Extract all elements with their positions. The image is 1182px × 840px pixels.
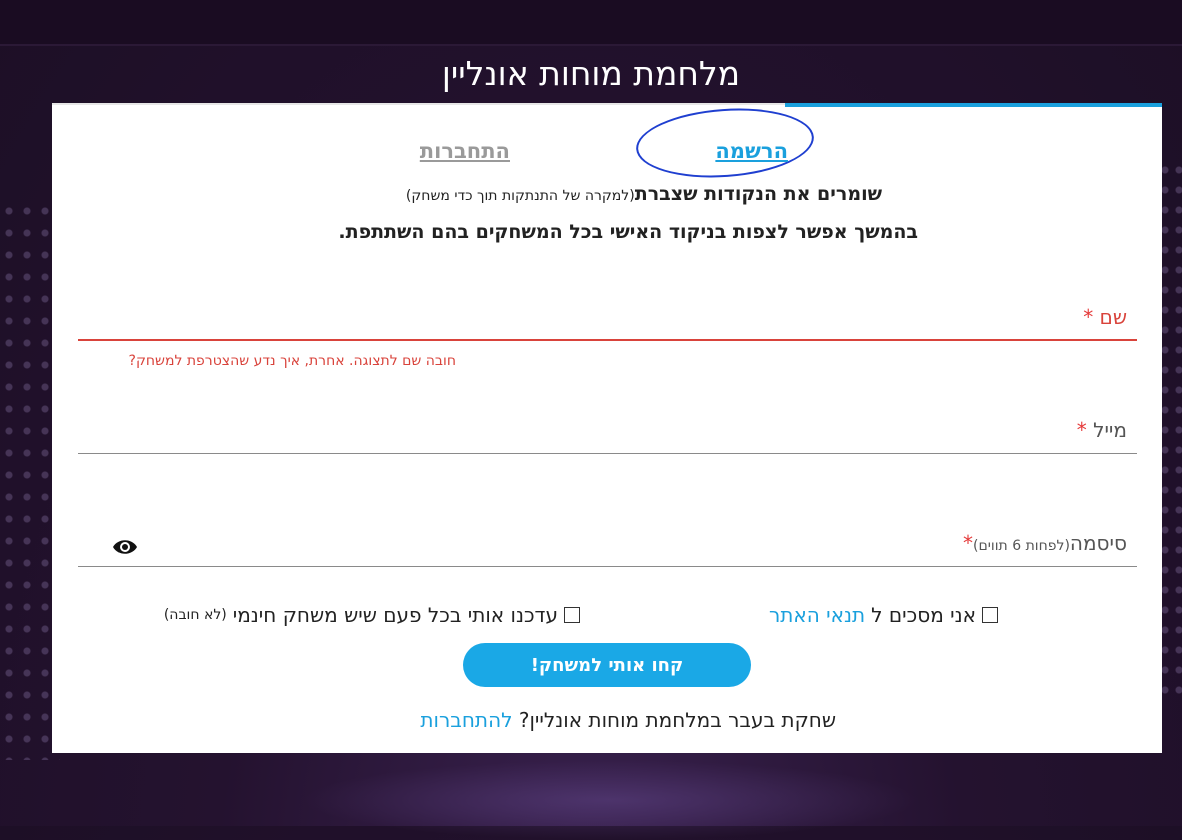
password-field[interactable]: סיסמה(לפחות 6 תווים)* — [78, 513, 1137, 567]
tab-register[interactable]: הרשמה — [715, 139, 788, 163]
updates-note: (לא חובה) — [163, 607, 227, 623]
submit-button[interactable]: קחו אותי למשחק! — [463, 643, 751, 687]
login-link[interactable]: להתחברות — [420, 708, 512, 732]
terms-checkbox[interactable] — [982, 607, 998, 623]
password-hint: (לפחות 6 תווים) — [973, 538, 1070, 554]
login-prompt-text: שחקת בעבר במלחמת מוחות אונליין? — [518, 708, 836, 732]
terms-prefix: אני מסכים ל — [871, 603, 976, 627]
intro-line-2: בהמשך אפשר לצפות בניקוד האישי בכל המשחקי… — [338, 221, 918, 243]
name-underline — [78, 339, 1137, 341]
updates-checkbox[interactable] — [564, 607, 580, 623]
required-mark: * — [1076, 418, 1087, 442]
email-field[interactable]: מייל * — [78, 403, 1137, 454]
email-label: מייל * — [1077, 418, 1127, 442]
password-label: סיסמה(לפחות 6 תווים)* — [963, 531, 1127, 555]
terms-link[interactable]: תנאי האתר — [769, 603, 865, 627]
tab-login[interactable]: התחברות — [420, 139, 510, 163]
intro-bold-text: שומרים את הנקודות שצברת — [634, 183, 882, 205]
login-prompt: שחקת בעבר במלחמת מוחות אונליין? להתחברות — [420, 708, 836, 732]
background-glow — [300, 760, 920, 840]
password-underline — [78, 566, 1137, 567]
eye-icon[interactable] — [112, 536, 138, 558]
email-label-text: מייל — [1093, 418, 1127, 442]
top-strip — [0, 0, 1182, 44]
tab-bar — [52, 103, 785, 105]
updates-row: עדכנו אותי בכל פעם שיש משחק חינמי (לא חוב… — [164, 603, 580, 627]
name-error-message: חובה שם לתצוגה. אחרת, איך נדע שהצטרפת למ… — [128, 353, 456, 369]
intro-note: (למקרה של התנתקות תוך כדי משחק) — [405, 188, 635, 204]
required-mark: * — [1083, 305, 1094, 329]
intro-line-1: שומרים את הנקודות שצברת(למקרה של התנתקות… — [406, 183, 882, 205]
top-strip-divider — [0, 44, 1182, 46]
email-underline — [78, 453, 1137, 454]
required-mark: * — [963, 531, 974, 555]
active-tab-indicator — [785, 103, 1162, 107]
name-field[interactable]: שם * — [78, 293, 1137, 341]
name-label-text: שם — [1099, 305, 1127, 329]
registration-card: הרשמה התחברות שומרים את הנקודות שצברת(למ… — [52, 102, 1162, 753]
name-label: שם * — [1083, 305, 1127, 329]
terms-row: אני מסכים ל תנאי האתר — [769, 603, 998, 627]
page-title: מלחמת מוחות אונליין — [441, 54, 741, 93]
password-label-text: סיסמה — [1069, 531, 1127, 555]
updates-label: עדכנו אותי בכל פעם שיש משחק חינמי — [232, 603, 558, 627]
background-dots-left — [0, 200, 60, 760]
